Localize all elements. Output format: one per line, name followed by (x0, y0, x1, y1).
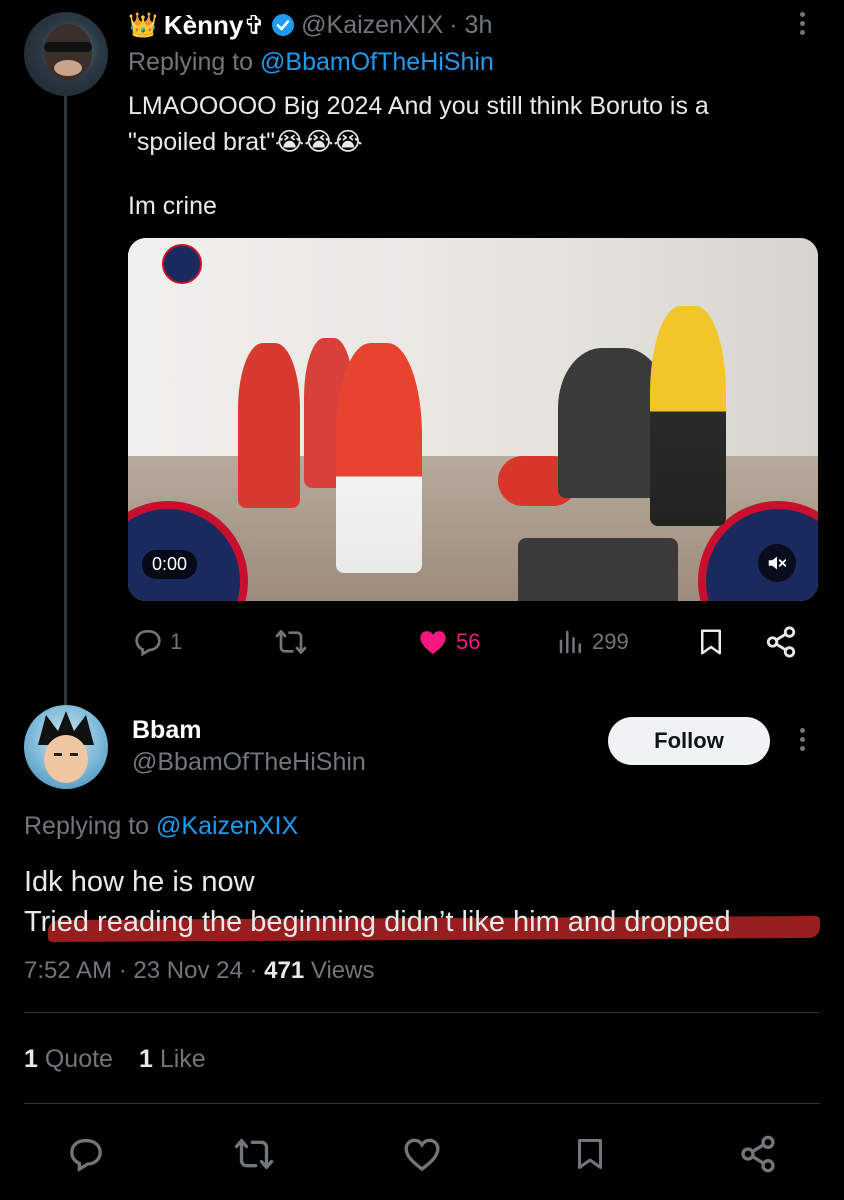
quotes-link[interactable]: 1 Quote (24, 1045, 113, 1074)
tweet-text-line: Tried reading the beginning didn’t like … (24, 906, 731, 938)
replying-prefix: Replying to (128, 48, 254, 76)
divider (24, 1012, 820, 1013)
tweet1-text: LMAOOOOO Big 2024 And you still think Bo… (128, 88, 808, 160)
reply-icon (70, 1139, 102, 1172)
quote-label: Quote (44, 1045, 113, 1073)
reply-icon (135, 630, 161, 657)
view-count: 299 (592, 629, 629, 654)
replying-handle-link[interactable]: @BbamOfTheHiShin (260, 48, 494, 76)
tweet1-header: 👑 Kènny✞ @KaizenXIX · 3h (128, 8, 492, 42)
share-button[interactable] (764, 620, 798, 664)
like-label: Like (159, 1045, 206, 1073)
tweet2-actions (0, 1126, 844, 1182)
crown-emoji: 👑 (128, 11, 158, 39)
views-count: 471 (264, 957, 305, 984)
tweet1-actions: 1 56 299 (128, 620, 818, 664)
reply-count: 1 (170, 629, 183, 654)
display-name[interactable]: Bbam (132, 716, 201, 745)
likes-link[interactable]: 1 Like (139, 1045, 206, 1074)
retweet-icon (275, 630, 307, 654)
replying-prefix: Replying to (24, 812, 150, 840)
bookmark-icon (578, 1139, 602, 1169)
like-button[interactable] (394, 1126, 450, 1182)
views-button[interactable]: 299 (556, 620, 629, 664)
avatar-bbam[interactable] (24, 705, 108, 789)
tweet-date[interactable]: 23 Nov 24 (133, 957, 242, 984)
follow-button[interactable]: Follow (608, 717, 770, 765)
divider (24, 1103, 820, 1104)
timestamp[interactable]: · 3h (449, 11, 492, 40)
retweet-button[interactable] (226, 1126, 282, 1182)
retweet-icon (234, 1139, 274, 1169)
tweet-time[interactable]: 7:52 AM (24, 957, 112, 984)
like-count: 1 (138, 1045, 153, 1073)
psg-logo (162, 244, 202, 284)
reply-button[interactable] (58, 1126, 114, 1182)
share-icon (741, 1135, 775, 1173)
views-label: Views (310, 957, 375, 984)
bookmark-button[interactable] (562, 1126, 618, 1182)
tweet-text-line: "spoiled brat"😭😭😭 (128, 128, 363, 156)
video-time: 0:00 (142, 550, 198, 579)
tweet-text-line: LMAOOOOO Big 2024 And you still think Bo… (128, 92, 709, 120)
bookmark-button[interactable] (696, 620, 726, 664)
display-name[interactable]: Kènny✞ (164, 10, 265, 41)
quote-count: 1 (24, 1045, 38, 1073)
heart-icon (420, 631, 446, 654)
replying-to: Replying to @KaizenXIX (24, 812, 298, 841)
heart-icon (404, 1138, 440, 1172)
tweet-text-line: Idk how he is now (24, 866, 255, 898)
replying-to: Replying to @BbamOfTheHiShin (128, 48, 494, 77)
bookmark-icon (701, 629, 721, 655)
more-icon[interactable] (792, 728, 812, 751)
share-button[interactable] (730, 1126, 786, 1182)
user-handle[interactable]: @BbamOfTheHiShin (132, 748, 366, 777)
views-icon (559, 630, 581, 654)
retweet-button[interactable] (274, 620, 308, 664)
share-icon (766, 626, 796, 658)
tweet-stats: 1 Quote 1 Like (24, 1045, 206, 1074)
tweet2-text: Idk how he is now Tried reading the begi… (24, 862, 731, 942)
more-icon[interactable] (792, 12, 812, 35)
mute-icon[interactable] (758, 544, 796, 582)
avatar-kenny[interactable] (24, 12, 108, 96)
reply-button[interactable]: 1 (132, 620, 182, 664)
thread-line (64, 95, 67, 705)
tweet-text-line: Im crine (128, 192, 217, 220)
video-player[interactable]: 0:00 (128, 238, 818, 601)
tweet-meta: 7:52 AM · 23 Nov 24 · 471 Views (24, 957, 375, 984)
like-count: 56 (456, 629, 481, 654)
like-button[interactable]: 56 (416, 620, 480, 664)
verified-badge-icon (272, 14, 295, 36)
replying-handle-link[interactable]: @KaizenXIX (156, 812, 298, 840)
user-handle[interactable]: @KaizenXIX (301, 11, 443, 40)
